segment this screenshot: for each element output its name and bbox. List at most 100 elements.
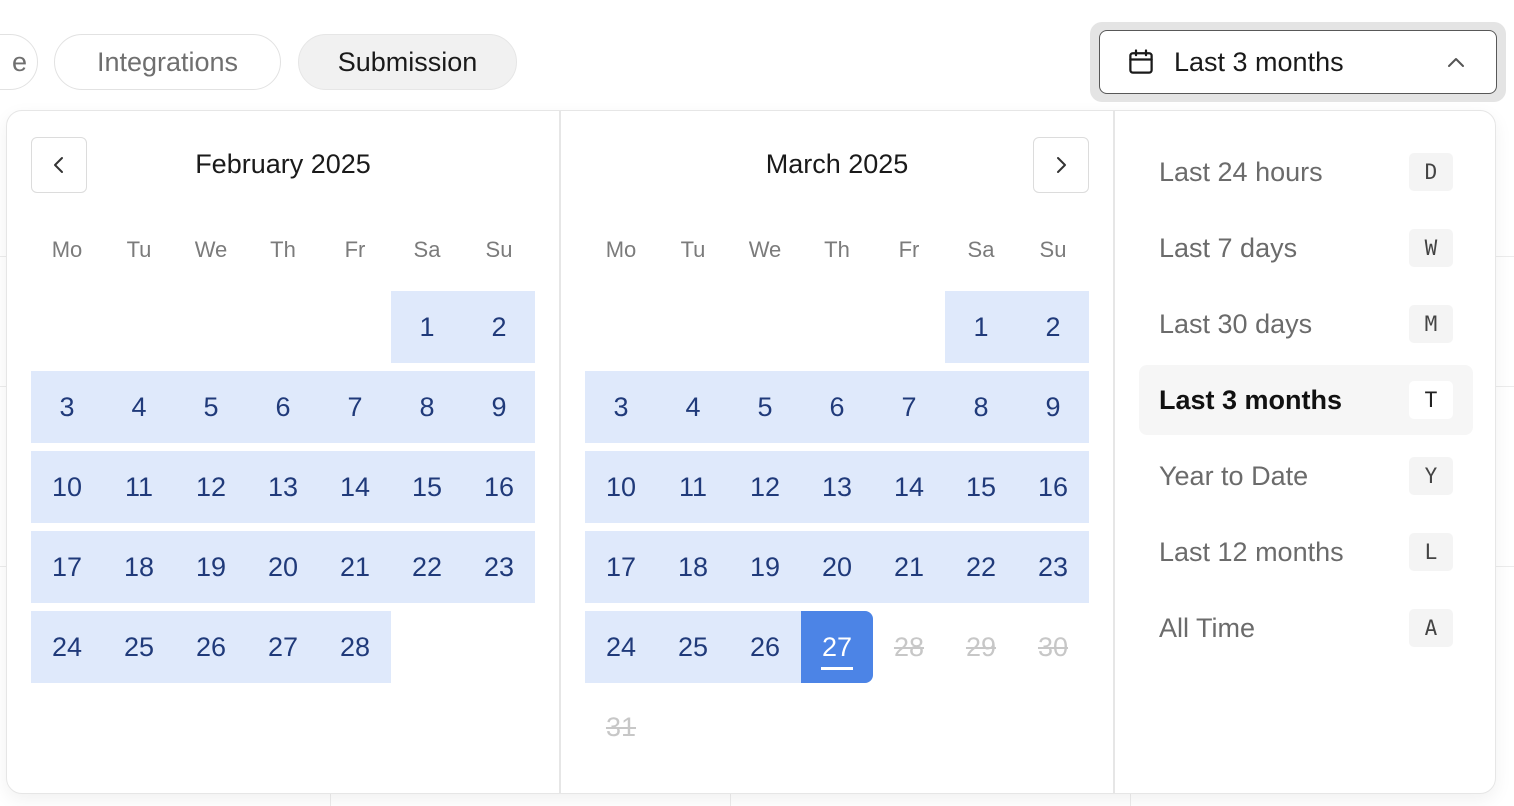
day-cell[interactable]: 26 <box>175 611 247 683</box>
day-cell[interactable]: 8 <box>945 371 1017 443</box>
day-cell-disabled: 29 <box>965 631 997 662</box>
day-cell[interactable]: 25 <box>103 611 175 683</box>
day-cell[interactable]: 12 <box>729 451 801 523</box>
day-cell-empty <box>463 611 535 683</box>
day-cell[interactable]: 20 <box>801 531 873 603</box>
week-row: 10 11 12 13 14 15 16 <box>31 451 535 523</box>
day-cell[interactable]: 7 <box>873 371 945 443</box>
day-cell[interactable]: 16 <box>1017 451 1089 523</box>
week-row: 3456789 <box>585 371 1089 443</box>
chevron-up-icon <box>1444 51 1468 75</box>
day-cell[interactable]: 9 <box>463 371 535 443</box>
day-cell[interactable]: 13 <box>801 451 873 523</box>
day-cell-empty <box>319 291 391 363</box>
day-cell[interactable]: 22 <box>945 531 1017 603</box>
week-row: 3456789 <box>31 371 535 443</box>
day-cell[interactable]: 24 <box>31 611 103 683</box>
day-cell[interactable]: 6 <box>247 371 319 443</box>
day-cell[interactable]: 17 <box>585 531 657 603</box>
day-cell-empty <box>729 691 801 763</box>
weekday-header: Mo Tu We Th Fr Sa Su <box>31 237 535 263</box>
week-row: 12 <box>585 291 1089 363</box>
tab-partial[interactable]: e <box>0 34 38 90</box>
day-cell[interactable]: 4 <box>657 371 729 443</box>
day-cell[interactable]: 20 <box>247 531 319 603</box>
weekday-label: Su <box>485 237 513 262</box>
day-cell[interactable]: 10 <box>585 451 657 523</box>
tab-label: e <box>11 46 27 77</box>
day-cell[interactable]: 19 <box>729 531 801 603</box>
day-cell[interactable]: 19 <box>175 531 247 603</box>
day-cell[interactable]: 16 <box>463 451 535 523</box>
day-cell[interactable]: 2 <box>463 291 535 363</box>
day-cell[interactable]: 3 <box>31 371 103 443</box>
preset-item[interactable]: Last 12 months L <box>1139 517 1473 587</box>
day-cell[interactable]: 1 <box>945 291 1017 363</box>
tab-label: Submission <box>337 46 478 77</box>
day-cell[interactable]: 7 <box>319 371 391 443</box>
week-row: 12 <box>31 291 535 363</box>
day-cell[interactable]: 6 <box>801 371 873 443</box>
preset-item[interactable]: All Time A <box>1139 593 1473 663</box>
day-cell[interactable]: 23 <box>463 531 535 603</box>
day-cell[interactable]: 3 <box>585 371 657 443</box>
date-range-button[interactable]: Last 3 months <box>1099 30 1497 94</box>
day-cell[interactable]: 11 <box>657 451 729 523</box>
day-cell[interactable]: 21 <box>319 531 391 603</box>
preset-item[interactable]: Last 30 days M <box>1139 289 1473 359</box>
preset-label: Year to Date <box>1159 460 1309 491</box>
tab-integrations[interactable]: Integrations <box>54 34 281 90</box>
day-cell-selected[interactable]: 27 <box>801 611 873 683</box>
day-cell[interactable]: 26 <box>729 611 801 683</box>
day-cell[interactable]: 12 <box>175 451 247 523</box>
shortcut-key: L <box>1409 533 1453 571</box>
day-cell[interactable]: 11 <box>103 451 175 523</box>
date-range-popover: February 2025 Mo Tu We Th Fr Sa Su 1 2 3 4 5 6 7 8 9 10… <box>6 110 1496 794</box>
day-cell[interactable]: 8 <box>391 371 463 443</box>
day-cell-disabled: 28 <box>893 631 925 662</box>
day-cell[interactable]: 14 <box>319 451 391 523</box>
weekday-header: Mo Tu We Th Fr Sa Su <box>585 237 1089 263</box>
day-cell[interactable]: 25 <box>657 611 729 683</box>
day-cell[interactable]: 21 <box>873 531 945 603</box>
next-month-button[interactable] <box>1033 137 1089 193</box>
day-cell-empty <box>945 691 1017 763</box>
day-cell[interactable]: 1 <box>391 291 463 363</box>
day-cell[interactable]: 5 <box>729 371 801 443</box>
day-cell[interactable]: 18 <box>103 531 175 603</box>
preset-item[interactable]: Year to Date Y <box>1139 441 1473 511</box>
preset-label: All Time <box>1159 612 1256 643</box>
shortcut-key: Y <box>1409 457 1453 495</box>
day-cell[interactable]: 14 <box>873 451 945 523</box>
day-cell-empty <box>1017 691 1089 763</box>
preset-item[interactable]: Last 24 hours D <box>1139 137 1473 207</box>
day-cell[interactable]: 18 <box>657 531 729 603</box>
preset-item[interactable]: Last 7 days W <box>1139 213 1473 283</box>
preset-label: Last 24 hours <box>1159 156 1323 187</box>
day-cell-disabled: 30 <box>1037 631 1069 662</box>
day-cell[interactable]: 4 <box>103 371 175 443</box>
week-row: 17 18 19 20 21 22 23 <box>585 531 1089 603</box>
shortcut-key: M <box>1409 305 1453 343</box>
day-cell[interactable]: 17 <box>31 531 103 603</box>
day-cell-empty <box>801 691 873 763</box>
weekday-label: Sa <box>967 237 995 262</box>
day-cell[interactable]: 24 <box>585 611 657 683</box>
day-cell[interactable]: 15 <box>945 451 1017 523</box>
day-cell[interactable]: 23 <box>1017 531 1089 603</box>
day-cell[interactable]: 27 <box>247 611 319 683</box>
day-cell[interactable]: 15 <box>391 451 463 523</box>
day-cell-empty <box>873 691 945 763</box>
day-cell[interactable]: 28 <box>319 611 391 683</box>
day-cell[interactable]: 10 <box>31 451 103 523</box>
day-grid: 1 2 3 4 5 6 7 8 9 10 11 12 13 14 15 16 17 18 19 20 21 22 23 24 2… <box>31 291 535 691</box>
day-cell[interactable]: 5 <box>175 371 247 443</box>
day-cell[interactable]: 9 <box>1017 371 1089 443</box>
tab-submission[interactable]: Submission <box>298 34 517 90</box>
day-cell[interactable]: 2 <box>1017 291 1089 363</box>
day-cell-empty <box>247 291 319 363</box>
preset-item[interactable]: Last 3 months T <box>1139 365 1473 435</box>
month-panel-left: February 2025 Mo Tu We Th Fr Sa Su 1 2 3 4 5 6 7 8 9 10… <box>7 111 559 793</box>
day-cell[interactable]: 22 <box>391 531 463 603</box>
day-cell[interactable]: 13 <box>247 451 319 523</box>
